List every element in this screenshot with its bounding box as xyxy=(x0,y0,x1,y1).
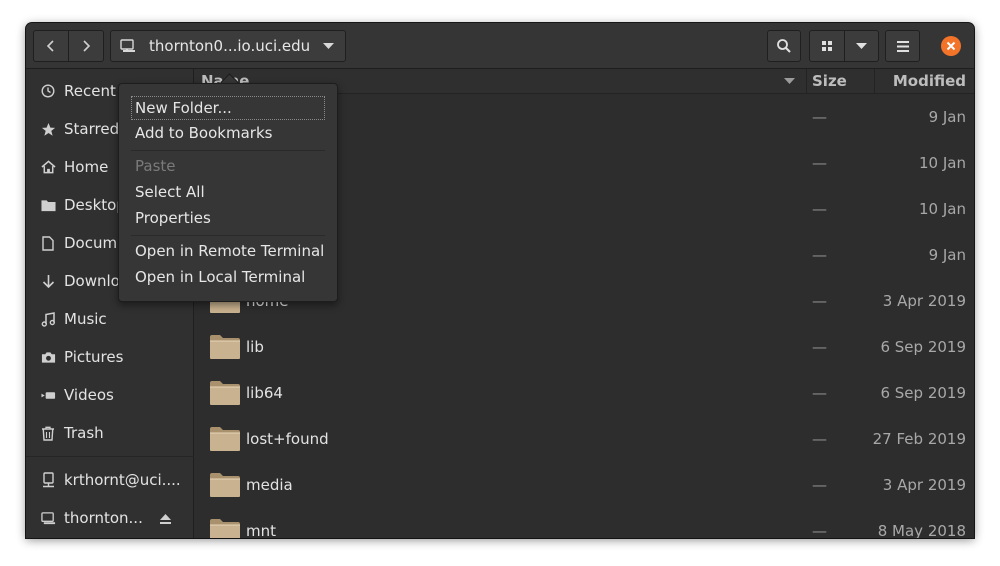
folder-icon xyxy=(39,196,57,214)
folder-icon xyxy=(210,381,240,405)
music-icon xyxy=(39,310,57,328)
column-modified[interactable]: Modified xyxy=(893,69,966,93)
column-divider xyxy=(806,69,807,93)
file-name: mnt xyxy=(246,522,276,538)
file-size: — xyxy=(812,384,827,402)
file-row[interactable]: lib64 — 6 Sep 2019 xyxy=(194,370,974,416)
file-row[interactable]: mnt — 8 May 2018 xyxy=(194,508,974,538)
sidebar-item-label: thornton... xyxy=(64,509,143,527)
view-options-button[interactable] xyxy=(844,30,879,62)
sidebar-item-label: Pictures xyxy=(64,348,124,366)
sidebar-item-label: Music xyxy=(64,310,107,328)
sidebar-item-label: krthornt@uci.... xyxy=(64,471,181,489)
chevron-down-icon xyxy=(856,42,867,49)
menu-item-open-local-terminal[interactable]: Open in Local Terminal xyxy=(131,265,325,289)
camera-icon xyxy=(39,348,57,366)
sidebar-item-label: Recent xyxy=(64,82,116,100)
sidebar-item-label: Trash xyxy=(64,424,104,442)
file-modified: 3 Apr 2019 xyxy=(882,292,966,310)
star-icon xyxy=(39,120,57,138)
chevron-right-icon xyxy=(83,40,91,52)
file-modified: 8 May 2018 xyxy=(877,522,966,538)
column-divider xyxy=(874,69,875,93)
sidebar-item-videos[interactable]: Videos xyxy=(26,379,194,411)
file-modified: 9 Jan xyxy=(928,108,966,126)
sort-arrow-icon[interactable] xyxy=(784,78,795,85)
folder-icon xyxy=(210,335,240,359)
file-modified: 9 Jan xyxy=(928,246,966,264)
file-size: — xyxy=(812,246,827,264)
location-label: thornton0...io.uci.edu xyxy=(149,37,311,55)
column-size[interactable]: Size xyxy=(812,69,847,93)
back-button[interactable] xyxy=(33,30,69,62)
sidebar-mount-thornton[interactable]: thornton... xyxy=(26,502,194,534)
sidebar-item-label: Videos xyxy=(64,386,114,404)
menu-item-paste: Paste xyxy=(135,157,176,175)
home-icon xyxy=(39,158,57,176)
sidebar-item-label: Home xyxy=(64,158,109,176)
file-row[interactable]: lost+found — 27 Feb 2019 xyxy=(194,416,974,462)
close-button[interactable] xyxy=(941,36,961,56)
file-row[interactable]: media — 3 Apr 2019 xyxy=(194,462,974,508)
menu-separator xyxy=(131,150,325,151)
file-name: lost+found xyxy=(246,430,329,448)
file-size: — xyxy=(812,154,827,172)
menu-button[interactable] xyxy=(885,30,920,62)
forward-button[interactable] xyxy=(68,30,104,62)
file-modified: 3 Apr 2019 xyxy=(882,476,966,494)
folder-icon xyxy=(210,519,240,538)
folder-icon xyxy=(210,473,240,497)
file-size: — xyxy=(812,476,827,494)
network-drive-icon xyxy=(39,471,57,489)
file-modified: 10 Jan xyxy=(919,154,966,172)
network-folder-icon xyxy=(39,509,57,527)
sidebar-item-trash[interactable]: Trash xyxy=(26,417,194,449)
sidebar-item-label: Starred xyxy=(64,120,120,138)
file-size: — xyxy=(812,108,827,126)
grid-view-button[interactable] xyxy=(809,30,845,62)
header-bar: thornton0...io.uci.edu xyxy=(26,23,974,69)
search-icon xyxy=(777,39,791,53)
clock-icon xyxy=(39,82,57,100)
file-name: lib64 xyxy=(246,384,283,402)
file-size: — xyxy=(812,292,827,310)
location-bar-button[interactable]: thornton0...io.uci.edu xyxy=(110,30,346,62)
file-name: media xyxy=(246,476,293,494)
download-icon xyxy=(39,272,57,290)
file-name: lib xyxy=(246,338,264,356)
file-modified: 6 Sep 2019 xyxy=(880,338,966,356)
document-icon xyxy=(39,234,57,252)
sidebar-item-pictures[interactable]: Pictures xyxy=(26,341,194,373)
grid-icon xyxy=(822,41,832,51)
file-size: — xyxy=(812,338,827,356)
menu-separator xyxy=(131,235,325,236)
menu-item-open-remote-terminal[interactable]: Open in Remote Terminal xyxy=(131,239,325,263)
eject-icon[interactable] xyxy=(159,511,173,525)
sidebar-item-label: Desktop xyxy=(64,196,126,214)
trash-icon xyxy=(39,424,57,442)
sidebar-mount-krthornt[interactable]: krthornt@uci.... xyxy=(26,464,194,496)
file-size: — xyxy=(812,430,827,448)
chevron-left-icon xyxy=(46,40,54,52)
file-row[interactable]: lib — 6 Sep 2019 xyxy=(194,324,974,370)
close-icon xyxy=(946,41,956,51)
chevron-down-icon xyxy=(323,43,334,49)
folder-icon xyxy=(210,427,240,451)
menu-item-select-all[interactable]: Select All xyxy=(131,180,325,204)
file-modified: 10 Jan xyxy=(919,200,966,218)
search-button[interactable] xyxy=(767,30,801,62)
file-modified: 27 Feb 2019 xyxy=(872,430,966,448)
menu-item-new-folder[interactable]: New Folder... xyxy=(131,96,325,120)
video-icon xyxy=(39,386,57,404)
menu-item-add-bookmarks[interactable]: Add to Bookmarks xyxy=(131,121,325,145)
network-folder-icon xyxy=(120,39,135,52)
sidebar-item-music[interactable]: Music xyxy=(26,303,194,335)
file-size: — xyxy=(812,522,827,538)
menu-item-properties[interactable]: Properties xyxy=(131,206,325,230)
file-modified: 6 Sep 2019 xyxy=(880,384,966,402)
hamburger-menu-icon xyxy=(896,40,909,52)
sidebar-divider xyxy=(26,456,194,457)
context-menu: New Folder... Add to Bookmarks Paste Sel… xyxy=(118,83,338,302)
file-size: — xyxy=(812,200,827,218)
